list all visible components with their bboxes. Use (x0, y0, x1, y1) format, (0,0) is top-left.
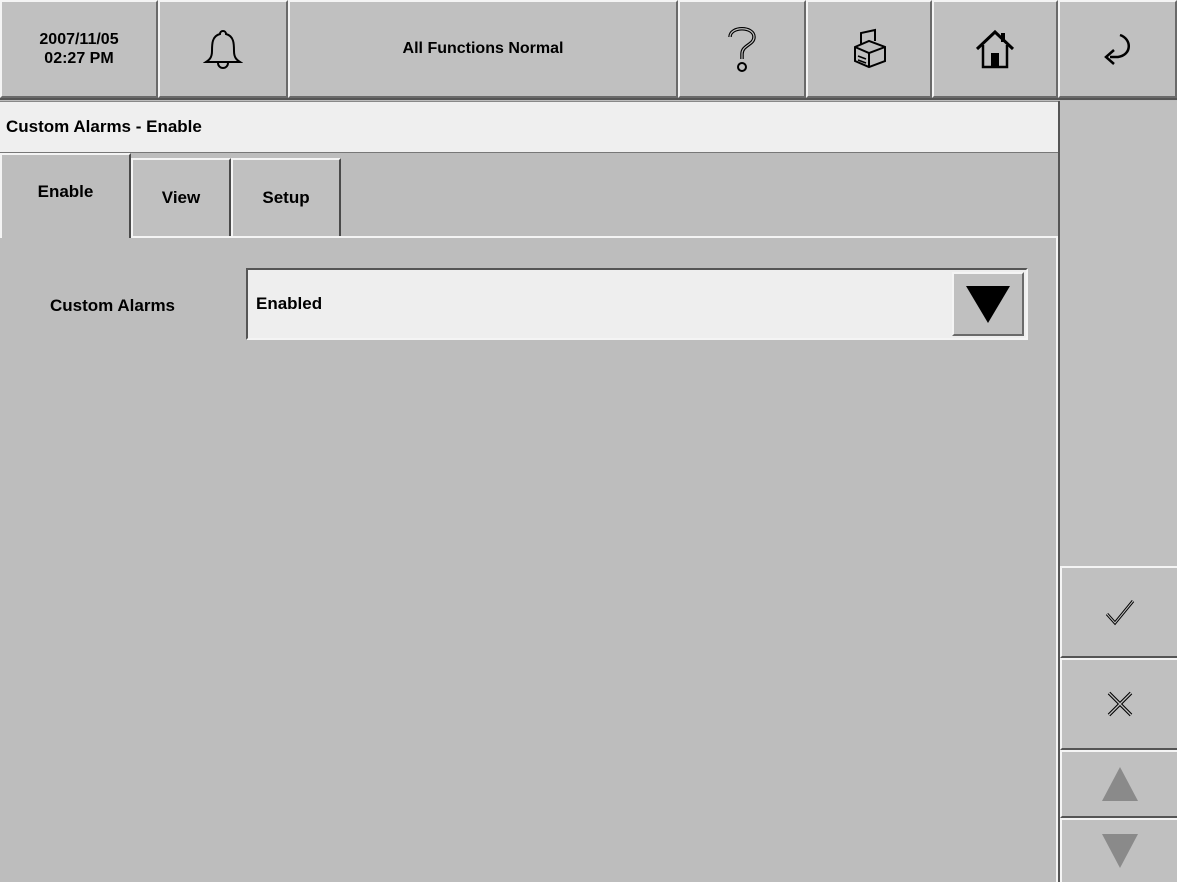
dropdown-arrow-button[interactable] (952, 272, 1024, 336)
alarm-bell-button[interactable] (158, 0, 288, 98)
chevron-down-icon (966, 286, 1010, 323)
right-sidebar (1058, 101, 1177, 882)
top-bar: 2007/11/05 02:27 PM All Functions Normal (0, 0, 1177, 100)
scroll-up-button[interactable] (1060, 750, 1177, 818)
status-display: All Functions Normal (288, 0, 678, 98)
custom-alarms-value: Enabled (256, 294, 323, 313)
custom-alarms-label: Custom Alarms (50, 296, 176, 315)
scroll-down-button[interactable] (1060, 818, 1177, 882)
back-button[interactable] (1058, 0, 1177, 98)
tab-setup-label: Setup (262, 188, 310, 207)
bell-icon (203, 29, 243, 69)
cancel-button[interactable] (1060, 658, 1177, 750)
accept-button[interactable] (1060, 566, 1177, 658)
scroll-up-icon (1101, 767, 1138, 801)
home-icon (975, 29, 1015, 69)
help-icon (728, 27, 756, 72)
printer-icon (854, 28, 886, 69)
home-button[interactable] (932, 0, 1058, 98)
tab-setup[interactable]: Setup (231, 158, 341, 236)
content-panel: Custom Alarms Enabled (0, 236, 1058, 882)
tab-view-label: View (161, 188, 201, 207)
status-text: All Functions Normal (402, 40, 564, 57)
scroll-down-icon (1101, 834, 1138, 868)
custom-alarms-dropdown[interactable]: Enabled (246, 268, 1028, 340)
print-button[interactable] (806, 0, 932, 98)
time-text: 02:27 PM (44, 50, 114, 67)
cancel-x-icon (1107, 691, 1132, 717)
date-time-display: 2007/11/05 02:27 PM (0, 0, 158, 98)
page-title-bar: Custom Alarms - Enable (0, 101, 1058, 153)
tab-enable-label: Enable (37, 181, 94, 201)
back-arrow-icon (1103, 33, 1130, 65)
tab-view[interactable]: View (131, 158, 231, 236)
tab-enable[interactable]: Enable (0, 153, 131, 238)
page-title: Custom Alarms - Enable (6, 117, 202, 136)
date-text: 2007/11/05 (39, 31, 119, 48)
help-button[interactable] (678, 0, 806, 98)
checkmark-icon (1105, 600, 1134, 626)
